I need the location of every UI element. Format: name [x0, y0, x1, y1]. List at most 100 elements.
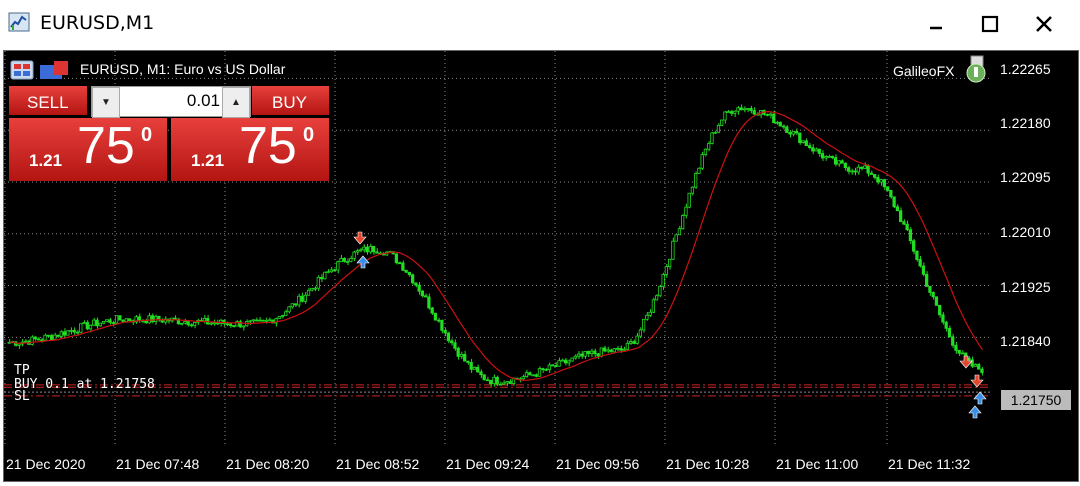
lot-size-input[interactable]: ▼ 0.01 ▲: [91, 86, 251, 118]
candle-body: [954, 344, 958, 351]
candle-body: [95, 319, 99, 327]
candle-body: [261, 319, 265, 322]
sell-price-button[interactable]: 1.21 75 0: [9, 117, 167, 181]
candle-body: [713, 131, 717, 134]
candle-body: [443, 329, 447, 334]
buy-arrow-icon: [968, 405, 982, 419]
candle-body: [837, 160, 841, 165]
maximize-button[interactable]: [968, 6, 1012, 42]
candle-body: [973, 364, 978, 367]
candle-body: [33, 336, 37, 340]
lot-increase-button[interactable]: ▲: [222, 87, 250, 118]
candle-body: [502, 382, 506, 385]
time-tick: 21 Dec 09:24: [446, 456, 530, 472]
candle-body: [528, 372, 532, 376]
candle-body: [928, 286, 932, 293]
candle-body: [658, 286, 662, 297]
candle-body: [742, 108, 747, 111]
candle-body: [749, 107, 753, 112]
candle-body: [453, 342, 457, 349]
minimize-icon: [930, 26, 942, 30]
candle-body: [108, 319, 112, 323]
candle-body: [918, 259, 922, 267]
time-tick: 21 Dec 07:48: [116, 456, 200, 472]
candle-body: [811, 147, 815, 152]
buy-price-button[interactable]: 1.21 75 0: [171, 117, 329, 181]
candle-body: [645, 314, 649, 320]
minimize-button[interactable]: [914, 6, 958, 42]
candle-body: [739, 107, 743, 111]
candle-body: [921, 265, 926, 275]
time-tick: 21 Dec 11:32: [888, 456, 971, 472]
price-tick: 1.22265: [1000, 61, 1051, 77]
buy-button[interactable]: BUY: [252, 86, 329, 115]
candle-body: [124, 318, 128, 322]
candle-body: [336, 261, 340, 271]
candle-body: [912, 240, 916, 252]
close-button[interactable]: [1022, 6, 1066, 42]
candle-body: [290, 303, 294, 308]
candle-body: [23, 340, 28, 343]
candle-body: [716, 124, 721, 133]
candle-body: [785, 126, 789, 133]
lot-value: 0.01: [186, 91, 220, 110]
candle-body: [53, 334, 57, 340]
candle-body: [414, 282, 418, 286]
take-profit-label: TP: [14, 363, 30, 378]
candle-body: [459, 354, 464, 357]
candle-body: [723, 111, 727, 121]
candle-body: [775, 121, 779, 124]
buy-price-point: 0: [303, 124, 315, 146]
candle-body: [541, 368, 545, 370]
candle-body: [589, 350, 594, 354]
buy-order-label: BUY 0.1 at 1.21758: [14, 377, 155, 392]
stop-loss-label: SL: [14, 389, 30, 404]
candle-body: [830, 155, 834, 159]
sell-button[interactable]: SELL: [9, 86, 87, 115]
candle-body: [82, 322, 86, 325]
candle-body: [92, 319, 96, 326]
candle-body: [420, 290, 425, 297]
sell-price-point: 0: [141, 124, 153, 146]
candle-body: [485, 379, 490, 382]
candle-body: [469, 362, 473, 370]
candle-body: [944, 321, 948, 329]
candle-body: [46, 334, 50, 337]
candle-body: [277, 316, 281, 320]
candle-body: [934, 296, 939, 306]
candle-body: [332, 269, 337, 272]
candle-body: [817, 148, 821, 154]
candle-body: [495, 376, 499, 385]
time-tick: 21 Dec 2020: [6, 456, 86, 472]
candle-body: [319, 276, 324, 280]
candle-body: [615, 347, 620, 350]
candle-body: [306, 289, 311, 296]
candle-body: [127, 318, 132, 321]
candle-body: [251, 319, 255, 322]
candle-body: [352, 251, 356, 259]
candle-body: [531, 374, 535, 377]
candle-body: [355, 250, 359, 253]
close-icon: [1036, 16, 1052, 32]
candle-body: [88, 324, 93, 330]
maximize-icon: [981, 15, 999, 33]
candle-body: [703, 148, 708, 155]
candle-body: [687, 192, 691, 208]
candle-body: [580, 353, 584, 357]
expert-advisor-icon[interactable]: [962, 55, 990, 83]
candle-body: [746, 107, 750, 110]
candle-body: [310, 287, 314, 291]
candle-body: [573, 355, 577, 359]
candle-body: [853, 170, 857, 173]
candle-body: [342, 257, 346, 262]
candle-body: [602, 347, 607, 352]
chart-area[interactable]: EURUSD, M1: Euro vs US Dollar SELL ▼ 0.0…: [3, 50, 1079, 482]
candle-body: [980, 368, 984, 373]
candle-body: [707, 143, 711, 150]
candle-body: [316, 276, 320, 289]
lot-decrease-button[interactable]: ▼: [92, 87, 120, 118]
one-click-trading-icons[interactable]: [10, 59, 70, 81]
candle-body: [778, 121, 782, 127]
candle-body: [866, 165, 870, 174]
candle-body: [668, 258, 672, 268]
